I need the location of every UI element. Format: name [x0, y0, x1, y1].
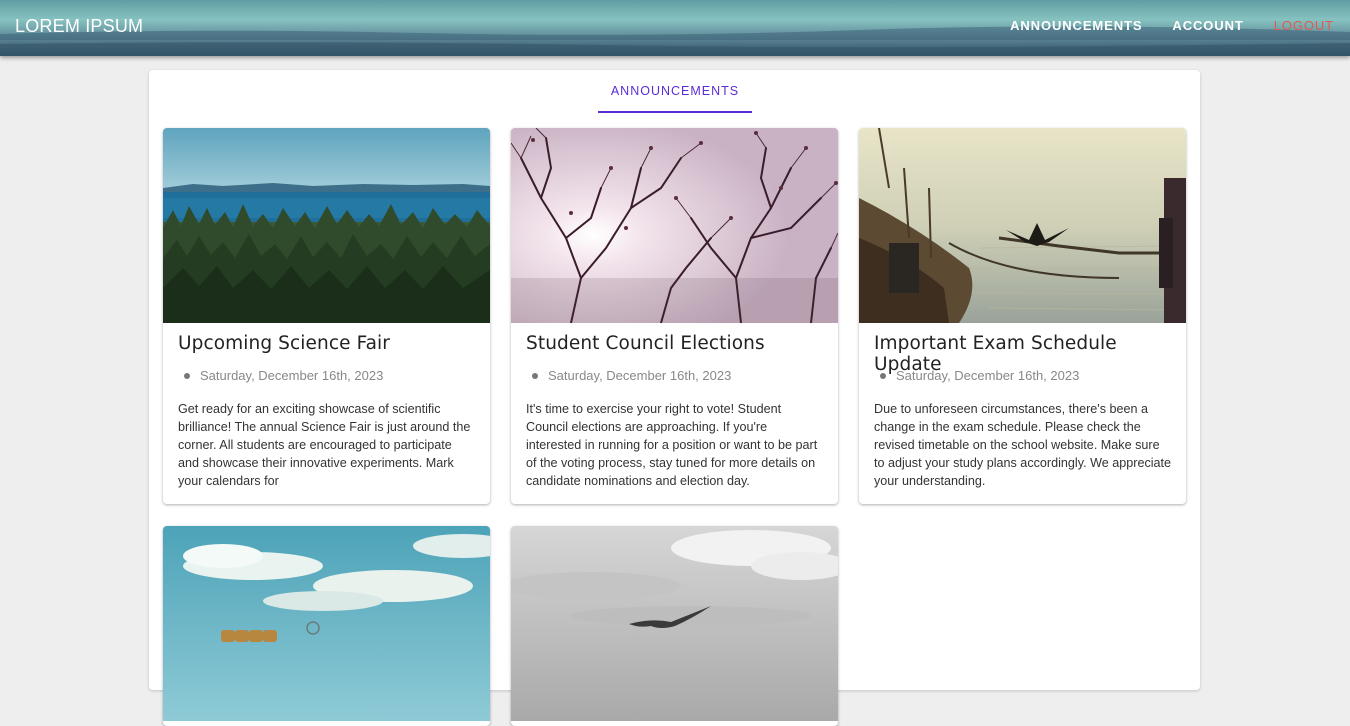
sky-field-image [163, 526, 490, 721]
card-date-text: Saturday, December 16th, 2023 [548, 368, 732, 383]
card-description: Get ready for an exciting showcase of sc… [178, 402, 471, 488]
top-nav: ANNOUNCEMENTS ACCOUNT LOGOUT [1010, 18, 1334, 33]
tree-branches-image [511, 128, 838, 323]
card-title[interactable]: Upcoming Science Fair [178, 333, 478, 354]
gull-cloudy-sky-image [511, 526, 838, 721]
bullet-icon [880, 372, 886, 379]
card-date: Saturday, December 16th, 2023 [532, 368, 731, 383]
card-date: Saturday, December 16th, 2023 [184, 368, 383, 383]
app-brand[interactable]: LOREM IPSUM [15, 16, 143, 37]
bullet-icon [184, 372, 190, 379]
announcement-card[interactable] [163, 526, 490, 726]
card-title[interactable]: Student Council Elections [526, 333, 826, 354]
nav-logout-link[interactable]: LOGOUT [1274, 18, 1334, 33]
announcement-card[interactable] [511, 526, 838, 726]
card-description: Due to unforeseen circumstances, there's… [874, 402, 1172, 488]
card-description: It's time to exercise your right to vote… [526, 402, 818, 488]
announcement-card[interactable]: Important Exam Schedule Update Saturday,… [859, 128, 1186, 504]
forest-lake-image [163, 128, 490, 323]
boat-bird-image [859, 128, 1186, 323]
card-date: Saturday, December 16th, 2023 [880, 368, 1079, 383]
nav-account-link[interactable]: ACCOUNT [1172, 18, 1243, 33]
bullet-icon [532, 372, 538, 379]
content-panel: ANNOUNCEMENTS Upcoming Science Fair Satu… [149, 70, 1200, 726]
tab-announcements[interactable]: ANNOUNCEMENTS [598, 70, 752, 113]
top-app-bar: LOREM IPSUM ANNOUNCEMENTS ACCOUNT LOGOUT [0, 0, 1350, 56]
card-date-text: Saturday, December 16th, 2023 [200, 368, 384, 383]
nav-announcements-link[interactable]: ANNOUNCEMENTS [1010, 18, 1142, 33]
announcement-card[interactable]: Upcoming Science Fair Saturday, December… [163, 128, 490, 504]
announcement-card[interactable]: Student Council Elections Saturday, Dece… [511, 128, 838, 504]
card-date-text: Saturday, December 16th, 2023 [896, 368, 1080, 383]
